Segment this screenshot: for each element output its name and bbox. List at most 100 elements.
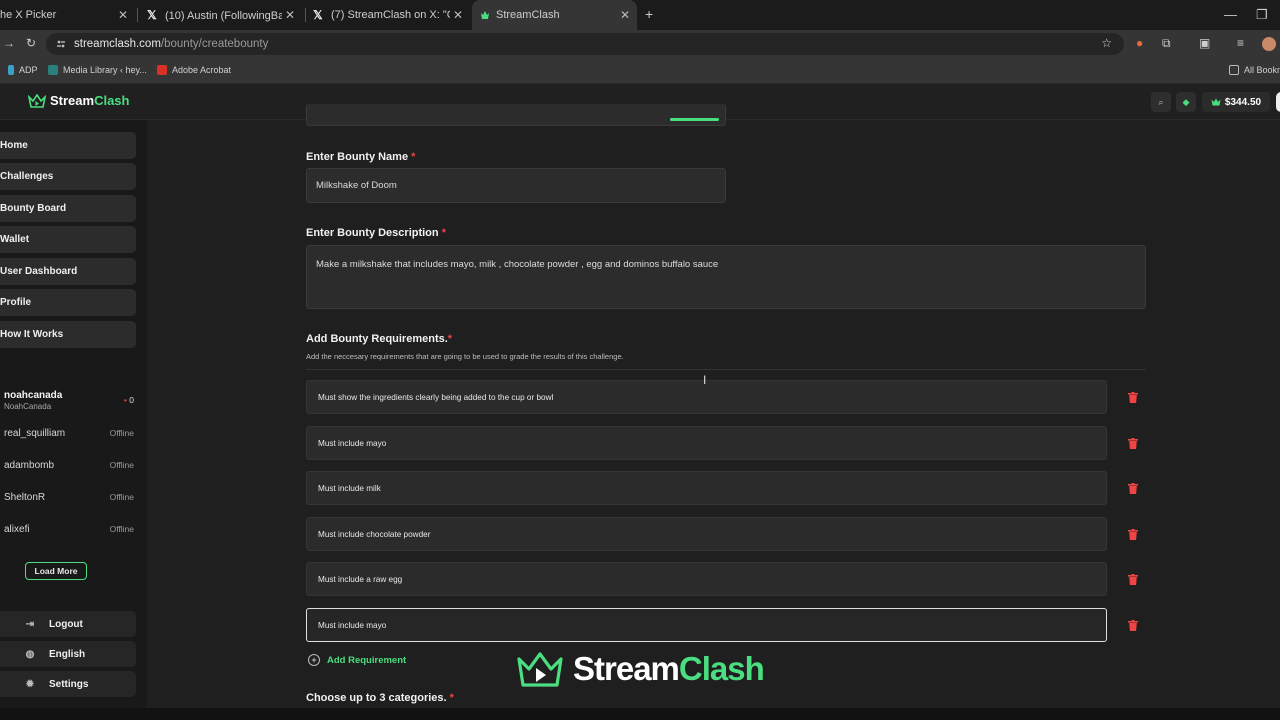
logout-icon: ⇥	[25, 618, 35, 630]
footer-label: English	[49, 648, 86, 660]
sidebar-item-profile[interactable]: Profile	[0, 289, 136, 316]
trash-icon[interactable]	[1128, 438, 1138, 449]
search-button[interactable]: ⌕	[1151, 92, 1171, 112]
nav-label: How It Works	[0, 329, 64, 340]
watermark-stream: Stream	[573, 650, 680, 687]
tab-close-icon[interactable]: ✕	[115, 8, 131, 22]
crown-play-logo-icon	[517, 652, 563, 687]
friend-name: adambomb	[4, 460, 55, 471]
nav-label: Bounty Board	[0, 203, 67, 214]
bounty-name-label: Enter Bounty Name *	[306, 151, 416, 163]
bounty-description-label: Enter Bounty Description *	[306, 227, 446, 239]
browser-tab[interactable]: 𝕏 (7) StreamClash on X: "Giving a ✕	[308, 0, 470, 30]
streamclash-watermark: Stream Clash	[517, 650, 765, 688]
requirement-input[interactable]: Must include chocolate powder	[306, 517, 1107, 551]
browser-tab-active[interactable]: StreamClash ✕	[472, 0, 637, 30]
reload-icon[interactable]: ↻	[26, 36, 36, 50]
logout-button[interactable]: ⇥ Logout	[0, 611, 136, 637]
requirement-input-focused[interactable]: Must include mayo	[306, 608, 1107, 642]
friend-status: Offline	[109, 524, 134, 534]
profile-avatar[interactable]	[1262, 37, 1276, 51]
user-avatar[interactable]	[1276, 92, 1280, 112]
new-tab-button[interactable]: +	[645, 6, 653, 22]
restore-icon[interactable]: ❐	[1256, 7, 1268, 23]
bookmark-item[interactable]: Adobe Acrobat	[157, 65, 231, 75]
bookmark-label: All Bookm	[1244, 65, 1280, 75]
current-user-name: noahcanada	[4, 390, 63, 401]
friend-row[interactable]: SheltonR Offline	[4, 492, 134, 503]
bookmarks-bar: ADP Media Library ‹ hey... Adobe Acrobat…	[0, 58, 1280, 84]
current-user[interactable]: noahcanada NoahCanada • 0	[4, 390, 134, 414]
requirements-hint: Add the neccesary requirements that are …	[306, 352, 624, 361]
sidebar-item-bounty-board[interactable]: Bounty Board	[0, 195, 136, 222]
trash-icon[interactable]	[1128, 529, 1138, 540]
url-domain: streamclash.com	[74, 38, 161, 50]
nav-label: Home	[0, 140, 28, 151]
nav-label: Challenges	[0, 171, 54, 182]
trash-icon[interactable]	[1128, 392, 1138, 403]
streamclash-favicon-icon	[481, 11, 489, 19]
address-bar[interactable]: streamclash.com/bounty/createbounty ☆	[46, 33, 1124, 55]
browser-tab-strip: he X Picker ✕ 𝕏 (10) Austin (FollowingBa…	[0, 0, 1280, 30]
extension-fox-icon[interactable]: ●	[1136, 36, 1143, 50]
divider	[306, 369, 1146, 370]
streamclash-logo[interactable]: Stream Clash	[28, 93, 129, 108]
bounty-description-textarea[interactable]: Make a milkshake that includes mayo, mil…	[306, 245, 1146, 309]
text-cursor-icon: I	[703, 373, 707, 387]
requirement-input[interactable]: Must include a raw egg	[306, 562, 1107, 596]
browser-tab[interactable]: he X Picker ✕	[0, 0, 135, 30]
minimize-icon[interactable]: —	[1224, 7, 1237, 22]
load-more-button[interactable]: Load More	[25, 562, 87, 580]
acrobat-icon	[157, 65, 167, 75]
requirement-input[interactable]: Must show the ingredients clearly being …	[306, 380, 1107, 414]
bookmark-item[interactable]: ADP	[8, 65, 38, 75]
tab-title: (7) StreamClash on X: "Giving a	[331, 9, 450, 21]
bookmark-label: Media Library ‹ hey...	[63, 65, 147, 75]
screenshot-icon[interactable]: ▣	[1199, 36, 1210, 50]
gear-icon: ✹	[25, 678, 35, 690]
all-bookmarks[interactable]: All Bookm	[1229, 65, 1280, 75]
tab-close-icon[interactable]: ✕	[282, 8, 298, 22]
friend-name: real_squilliam	[4, 428, 66, 439]
crown-logo-icon	[28, 93, 46, 108]
settings-button[interactable]: ✹ Settings	[0, 671, 136, 697]
bookmark-item[interactable]: Media Library ‹ hey...	[48, 65, 147, 75]
bottom-edge	[0, 708, 1280, 720]
media-controls-icon[interactable]: ≡	[1237, 36, 1244, 50]
sidebar-item-wallet[interactable]: Wallet	[0, 226, 136, 253]
current-user-handle: NoahCanada	[4, 402, 52, 411]
wallet-balance[interactable]: $344.50	[1202, 92, 1270, 112]
extensions-puzzle-icon[interactable]: ⧉	[1162, 36, 1171, 51]
friend-row[interactable]: adambomb Offline	[4, 460, 134, 471]
friend-row[interactable]: alixefi Offline	[4, 524, 134, 535]
trash-icon[interactable]	[1128, 620, 1138, 631]
tab-close-icon[interactable]: ✕	[617, 8, 633, 22]
previous-field[interactable]	[306, 104, 726, 126]
notifications-button[interactable]: ◆	[1176, 92, 1196, 112]
folder-icon	[1229, 65, 1239, 75]
nav-label: Wallet	[0, 234, 30, 245]
sidebar-item-home[interactable]: Home	[0, 132, 136, 159]
browser-tab[interactable]: 𝕏 (10) Austin (FollowingBack) 🔒 ✕	[142, 0, 302, 30]
add-requirement-button[interactable]: + Add Requirement	[308, 654, 406, 666]
tab-close-icon[interactable]: ✕	[450, 8, 466, 22]
requirement-input[interactable]: Must include mayo	[306, 426, 1107, 460]
sidebar-item-challenges[interactable]: Challenges	[0, 163, 136, 190]
tab-title: he X Picker	[0, 9, 57, 21]
language-button[interactable]: ◍ English	[0, 641, 136, 667]
bookmark-star-icon[interactable]: ☆	[1101, 36, 1112, 50]
friend-row[interactable]: real_squilliam Offline	[4, 428, 134, 439]
requirement-input[interactable]: Must include milk	[306, 471, 1107, 505]
sidebar-item-user-dashboard[interactable]: User Dashboard	[0, 258, 136, 285]
trash-icon[interactable]	[1128, 574, 1138, 585]
trash-icon[interactable]	[1128, 483, 1138, 494]
footer-label: Logout	[49, 618, 83, 630]
brand-clash: Clash	[94, 93, 130, 108]
nav-label: Profile	[0, 297, 32, 308]
forward-icon[interactable]: →	[3, 36, 15, 50]
previous-field-button[interactable]	[670, 118, 719, 121]
footer-label: Settings	[49, 678, 89, 690]
bounty-name-input[interactable]: Milkshake of Doom	[306, 168, 726, 203]
sidebar-item-how-it-works[interactable]: How It Works	[0, 321, 136, 348]
watermark-clash: Clash	[678, 650, 765, 687]
